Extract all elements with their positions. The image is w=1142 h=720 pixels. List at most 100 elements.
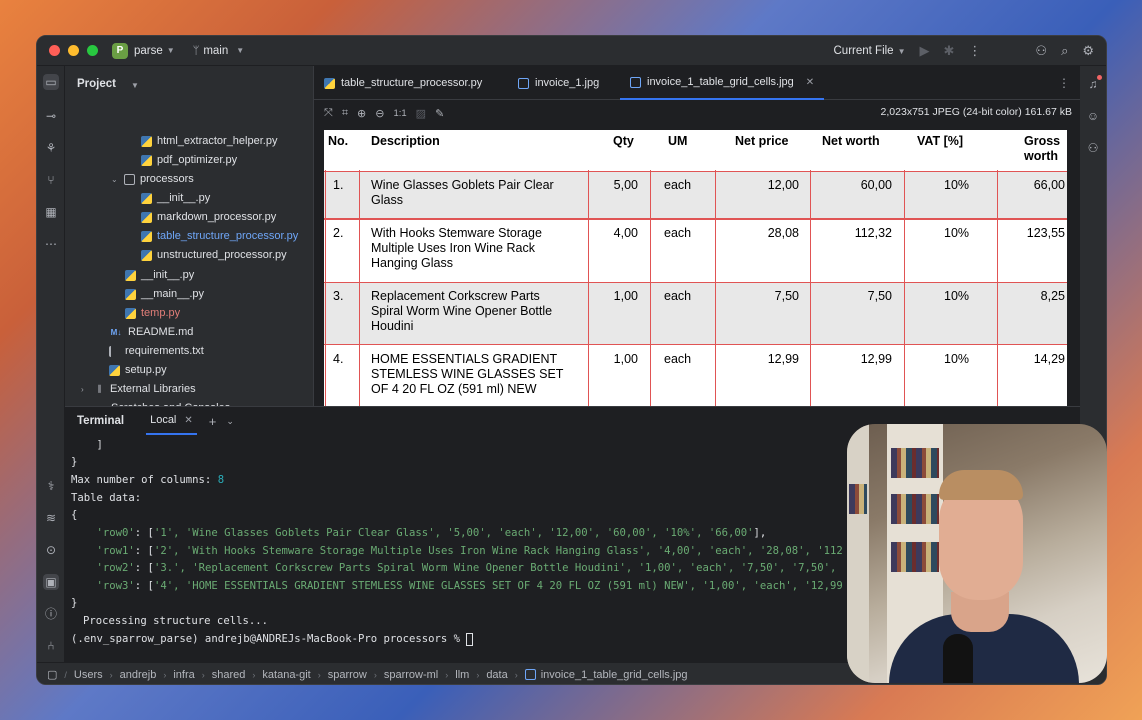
editor-area: table_structure_processor.py invoice_1.j… bbox=[313, 66, 1080, 406]
terminal-line: { bbox=[71, 509, 78, 521]
close-tab-icon[interactable]: ✕ bbox=[184, 415, 192, 426]
chevron-down-icon: ▼ bbox=[166, 46, 175, 55]
header-gross-worth: worth bbox=[1024, 149, 1059, 163]
python-console-icon[interactable]: ⚕ bbox=[43, 478, 59, 494]
actual-size-button[interactable]: 1:1 bbox=[393, 108, 406, 119]
debug-icon[interactable]: ✱ bbox=[944, 43, 955, 59]
tree-item[interactable]: pdf_optimizer.py bbox=[141, 151, 237, 169]
new-terminal-icon[interactable]: + bbox=[209, 414, 217, 429]
tree-item-selected[interactable]: table_structure_processor.py bbox=[141, 227, 298, 245]
layers-icon[interactable]: ≋ bbox=[43, 510, 59, 526]
pen-icon[interactable]: ✎ bbox=[435, 107, 444, 120]
gear-icon[interactable]: ⚙ bbox=[1082, 43, 1094, 59]
tab-invoice-1[interactable]: invoice_1.jpg bbox=[508, 66, 609, 100]
branch-name: main bbox=[203, 44, 229, 57]
project-panel: Project ▼ html_extractor_helper.py pdf_o… bbox=[65, 66, 313, 414]
terminal-line: ] bbox=[71, 439, 103, 451]
project-badge[interactable]: P bbox=[112, 42, 128, 59]
tree-folder-processors[interactable]: ⌄ processors bbox=[111, 170, 194, 188]
run-config-selector[interactable]: Current File bbox=[834, 45, 894, 57]
grid-line bbox=[324, 282, 1067, 283]
terminal-tab-local[interactable]: Local ✕ bbox=[146, 407, 197, 435]
terminal-prompt[interactable]: (.env_sparrow_parse) andrejb@ANDREJs-Mac… bbox=[71, 631, 851, 647]
tree-item[interactable]: __init__.py bbox=[141, 189, 210, 207]
tree-item[interactable]: temp.py bbox=[125, 304, 180, 322]
branch-selector[interactable]: ᛘ main ▼ bbox=[193, 45, 244, 57]
more-icon[interactable]: ⋮ bbox=[1058, 76, 1070, 90]
zoom-out-icon[interactable]: ⊖ bbox=[375, 107, 384, 120]
add-user-icon[interactable]: ⚇ bbox=[1035, 43, 1047, 59]
project-panel-title[interactable]: Project bbox=[77, 78, 116, 90]
breadcrumb[interactable]: katana-git › bbox=[262, 669, 327, 681]
git-icon[interactable]: ⑃ bbox=[43, 638, 59, 654]
background-icon[interactable]: ▨ bbox=[416, 107, 426, 120]
grid-line bbox=[325, 170, 326, 406]
project-folder-icon[interactable]: ▭ bbox=[43, 74, 59, 90]
tree-item[interactable]: __main__.py bbox=[125, 285, 204, 303]
books bbox=[891, 542, 939, 572]
python-file-icon bbox=[125, 307, 136, 319]
pull-request-icon[interactable]: ⑂ bbox=[43, 172, 59, 188]
zoom-in-icon[interactable]: ⊕ bbox=[357, 107, 366, 120]
close-tab-icon[interactable]: ✕ bbox=[806, 77, 814, 88]
search-icon[interactable]: ⌕ bbox=[1061, 43, 1068, 59]
close-window-button[interactable] bbox=[49, 45, 60, 56]
commit-icon[interactable]: ⊸ bbox=[43, 108, 59, 124]
title-bar: P parse ▼ ᛘ main ▼ Current File ▼ ▶ ✱ ⋮ … bbox=[37, 36, 1106, 66]
plugin-icon[interactable]: ⚘ bbox=[43, 140, 59, 156]
tab-table-structure-processor[interactable]: table_structure_processor.py bbox=[314, 66, 492, 100]
breadcrumb[interactable]: llm › bbox=[455, 669, 486, 681]
table-row: 2. With Hooks Stemware Storage Multiple U… bbox=[333, 226, 1065, 270]
chevron-down-icon[interactable]: ▼ bbox=[131, 81, 139, 90]
image-file-icon bbox=[630, 76, 641, 88]
image-file-icon bbox=[518, 77, 529, 89]
terminal-icon[interactable]: ▣ bbox=[43, 574, 59, 590]
grid-line bbox=[324, 219, 1067, 220]
chevron-down-icon[interactable]: ⌄ bbox=[226, 416, 234, 427]
problems-icon[interactable]: ⓘ bbox=[43, 606, 59, 622]
terminal-line: } bbox=[71, 597, 78, 609]
tree-item[interactable]: markdown_processor.py bbox=[141, 208, 276, 226]
more-tools-icon[interactable]: ⋯ bbox=[43, 236, 59, 252]
breadcrumb[interactable]: infra › bbox=[173, 669, 211, 681]
fit-icon[interactable]: ⤧ bbox=[324, 107, 333, 120]
tree-item[interactable]: html_extractor_helper.py bbox=[141, 132, 277, 150]
breadcrumb[interactable]: sparrow › bbox=[328, 669, 384, 681]
breadcrumb-file[interactable]: invoice_1_table_grid_cells.jpg bbox=[524, 669, 688, 681]
services-icon[interactable]: ⊙ bbox=[43, 542, 59, 558]
project-name[interactable]: parse bbox=[134, 45, 163, 57]
ai-assistant-icon[interactable]: ☺ bbox=[1085, 108, 1101, 124]
grid-icon[interactable]: ⌗ bbox=[342, 107, 348, 120]
python-file-icon bbox=[125, 288, 136, 300]
python-file-icon bbox=[125, 269, 136, 281]
table-row: 1. Wine Glasses Goblets Pair Clear Glass … bbox=[324, 172, 1067, 218]
copilot-icon[interactable]: ⚇ bbox=[1085, 140, 1101, 156]
notifications-icon[interactable]: ♫ bbox=[1085, 75, 1102, 92]
bookshelf bbox=[847, 424, 869, 683]
tree-item[interactable]: unstructured_processor.py bbox=[141, 246, 287, 264]
breadcrumb[interactable]: andrejb › bbox=[120, 669, 174, 681]
breadcrumb[interactable]: data › bbox=[486, 669, 524, 681]
grid-line bbox=[650, 170, 651, 406]
tree-item[interactable]: setup.py bbox=[109, 361, 167, 379]
breadcrumb[interactable]: shared › bbox=[212, 669, 263, 681]
breadcrumb[interactable]: Users › bbox=[74, 669, 120, 681]
folder-icon bbox=[124, 173, 135, 185]
tree-item[interactable]: requirements.txt bbox=[109, 342, 204, 360]
header-gross: Gross bbox=[1024, 134, 1061, 148]
python-file-icon bbox=[141, 192, 152, 204]
terminal-title: Terminal bbox=[77, 415, 125, 427]
maximize-window-button[interactable] bbox=[87, 45, 98, 56]
run-icon[interactable]: ▶ bbox=[920, 43, 930, 59]
tab-invoice-1-table-grid-cells[interactable]: invoice_1_table_grid_cells.jpg ✕ bbox=[620, 66, 825, 100]
breadcrumb-root[interactable]: ▢ / bbox=[47, 668, 74, 681]
tree-external-libraries[interactable]: › ⫼ External Libraries bbox=[81, 380, 196, 398]
structure-icon[interactable]: ▦ bbox=[43, 204, 59, 220]
grid-line bbox=[810, 170, 811, 406]
tree-item[interactable]: M↓ README.md bbox=[109, 323, 194, 341]
more-icon[interactable]: ⋮ bbox=[968, 43, 981, 59]
breadcrumb[interactable]: sparrow-ml › bbox=[384, 669, 455, 681]
minimize-window-button[interactable] bbox=[68, 45, 79, 56]
tree-item[interactable]: __init__.py bbox=[125, 266, 194, 284]
chevron-down-icon: ⌄ bbox=[111, 174, 118, 184]
